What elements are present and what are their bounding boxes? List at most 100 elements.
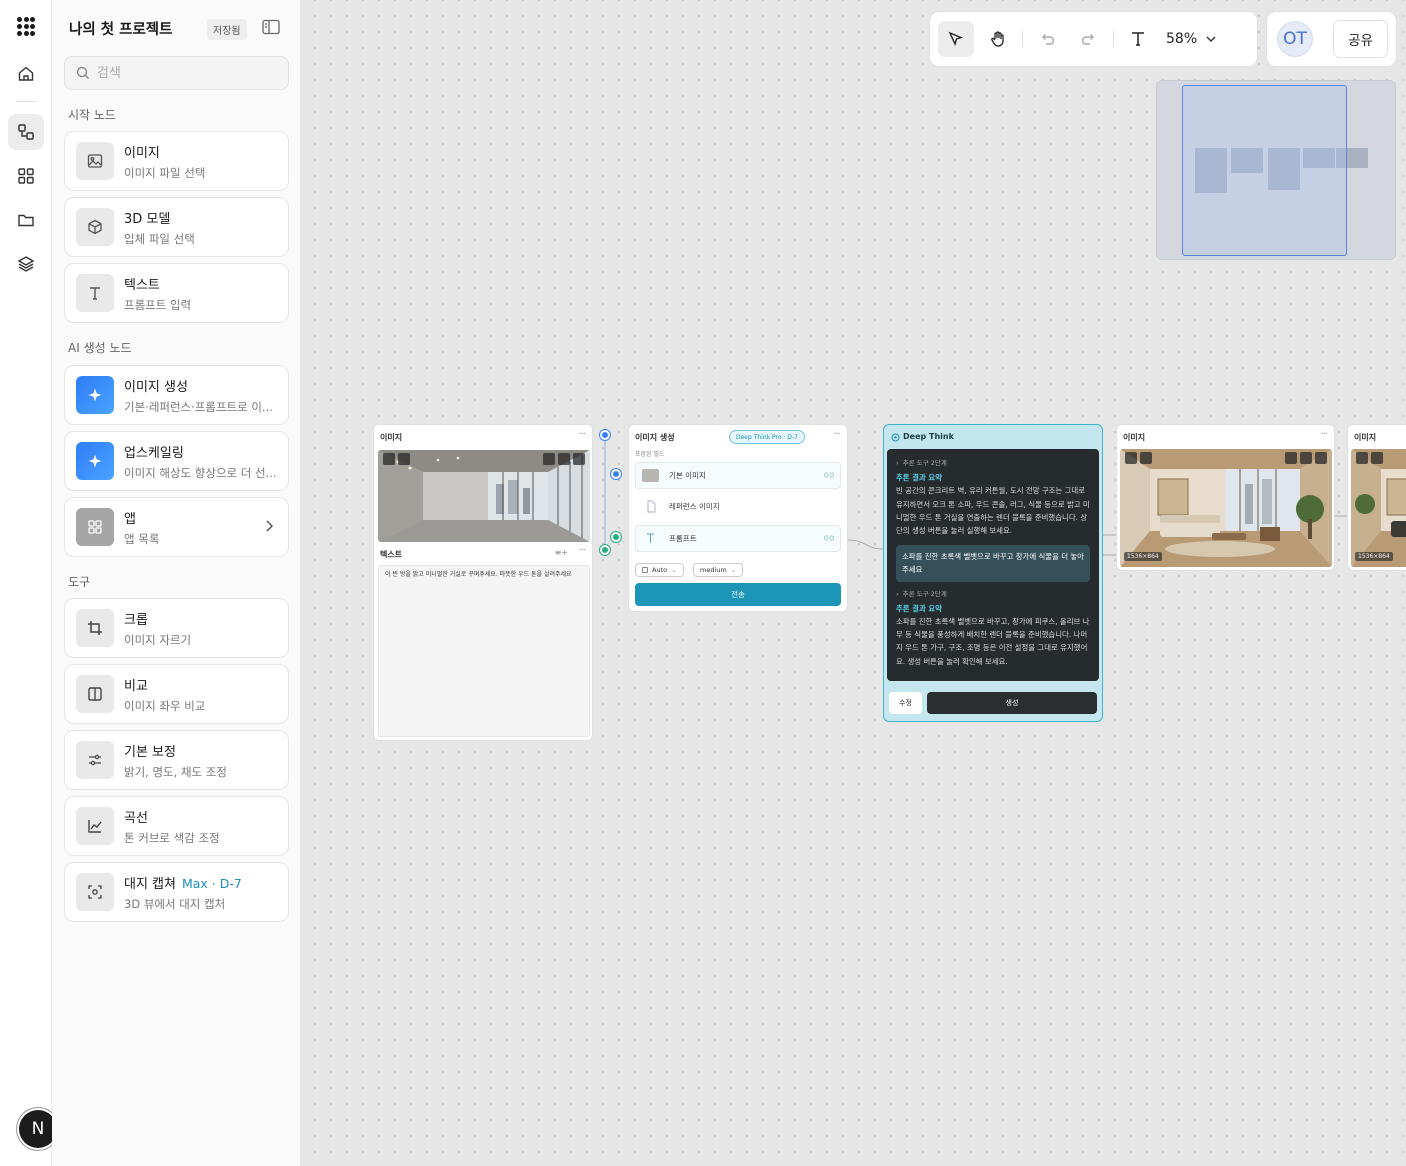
output-port[interactable] (600, 545, 610, 555)
input-port-base-image[interactable] (611, 469, 621, 479)
zoom-control[interactable]: 58% (1166, 31, 1217, 47)
tool-card-crop[interactable]: 크롭 이미지 자르기 (64, 598, 289, 658)
search-icon (76, 66, 89, 79)
node-image-living-room[interactable]: 1536×864 (1120, 449, 1332, 567)
node-card-3d-model[interactable]: 3D 모델 입체 파일 선택 (64, 197, 289, 257)
share-button[interactable]: 공유 (1333, 20, 1388, 58)
input-port-prompt[interactable] (611, 532, 621, 542)
quality-select[interactable]: medium ⌄ (693, 563, 744, 577)
text-tool-icon[interactable] (1120, 21, 1156, 57)
send-button[interactable]: 전송 (635, 583, 841, 606)
add-line-icon[interactable]: ≡+ (555, 548, 568, 557)
image-left-actions (1356, 452, 1383, 464)
layers-icon[interactable] (8, 246, 44, 282)
image-dimensions: 1536×864 (1124, 552, 1162, 561)
card-desc: 이미지 해상도 향상으로 더 선... (124, 465, 277, 480)
tool-card-curves[interactable]: 곡선 톤 커브로 색감 조정 (64, 796, 289, 856)
edit-icon[interactable] (543, 453, 555, 465)
app-logo-icon[interactable] (17, 17, 35, 37)
image-node[interactable]: 이미지 1536×864 (1347, 424, 1406, 571)
node-card-image-generation[interactable]: 이미지 생성기본·레퍼런스·프롬프트로 이... (64, 365, 289, 425)
user-message: 소파를 진한 초록색 벨벳으로 바꾸고 창가에 식물을 더 놓아주세요 (896, 545, 1090, 582)
edit-button[interactable]: 수정 (889, 692, 922, 714)
minimap[interactable] (1156, 80, 1396, 260)
search-input[interactable] (97, 65, 267, 81)
tool-card-compare[interactable]: 비교 이미지 좌우 비교 (64, 664, 289, 724)
reasoning-step-toggle[interactable]: › 추론 도구 2단계 (896, 457, 1090, 470)
image-right-actions (543, 453, 585, 465)
nodes-icon[interactable] (8, 114, 44, 150)
edit-icon[interactable] (1285, 452, 1297, 464)
field-base-image[interactable]: 기본 이미지 (635, 462, 841, 489)
icon-rail: N (0, 0, 57, 1166)
more-icon[interactable]: ··· (1320, 429, 1327, 440)
project-title[interactable]: 나의 첫 프로젝트 (69, 18, 172, 39)
delete-icon[interactable] (573, 453, 585, 465)
image-dimensions: 1536×864 (1355, 552, 1393, 561)
deep-think-node[interactable]: Deep Think › 추론 도구 2단계 추론 결과 요약 빈 공간의 콘크… (883, 424, 1103, 722)
folder-icon[interactable] (8, 202, 44, 238)
card-title: 곡선 (124, 810, 148, 826)
image-generation-node[interactable]: 이미지 생성 Deep Think Pro · D-7 ··· 포함된 필드 기… (628, 424, 848, 612)
expand-icon[interactable] (383, 453, 395, 465)
thumbnail (642, 469, 659, 482)
card-desc: 이미지 자르기 (124, 632, 192, 647)
expand-icon[interactable] (1125, 452, 1137, 464)
undo-icon[interactable] (1029, 21, 1065, 57)
prompt-text-area[interactable]: 이 빈 방을 밝고 미니멀한 거실로 꾸며주세요. 따뜻한 우드 톤을 살려주세… (378, 565, 590, 737)
field-prompt[interactable]: 프롬프트 (635, 525, 841, 552)
more-icon[interactable]: ··· (578, 429, 585, 440)
more-icon[interactable]: ··· (578, 545, 585, 556)
download-icon[interactable] (1300, 452, 1312, 464)
node-image-empty-room[interactable] (378, 450, 590, 542)
delete-icon[interactable] (1315, 452, 1327, 464)
pin-icon[interactable] (398, 453, 410, 465)
workflow-canvas[interactable]: 58% OT 공유 이미지 ··· 텍스트 ≡+ ··· 이 빈 방을 밝고 미… (301, 0, 1406, 1166)
more-icon[interactable]: ··· (833, 429, 840, 440)
node-card-text[interactable]: 텍스트 프롬프트 입력 (64, 263, 289, 323)
card-title: 이미지 생성 (124, 379, 188, 395)
minimap-viewport[interactable] (1182, 85, 1347, 256)
home-icon[interactable] (8, 56, 44, 92)
quality-value: medium (700, 566, 727, 574)
pin-icon[interactable] (1371, 452, 1383, 464)
select-tool-icon[interactable] (938, 21, 974, 57)
section-ai-nodes: AI 생성 노드 (68, 341, 132, 355)
model-badge[interactable]: Deep Think Pro · D-7 (729, 430, 805, 444)
node-card-image[interactable]: 이미지 이미지 파일 선택 (64, 131, 289, 191)
expand-icon[interactable] (1356, 452, 1368, 464)
reasoning-step-toggle[interactable]: › 추론 도구 2단계 (896, 588, 1090, 601)
node-card-upscaling[interactable]: 업스케일링이미지 해상도 향상으로 더 선... (64, 431, 289, 491)
image-node[interactable]: 이미지 ··· 1536×864 (1116, 424, 1335, 571)
download-icon[interactable] (558, 453, 570, 465)
tool-card-basic-adjust[interactable]: 기본 보정 밝기, 명도, 채도 조정 (64, 730, 289, 790)
chevron-down-icon (1206, 36, 1216, 43)
node-image-living-room[interactable]: 1536×864 (1351, 449, 1406, 567)
card-title-text: 대지 캡쳐 (124, 876, 176, 892)
crop-icon (76, 609, 114, 647)
aspect-select[interactable]: Auto ⌄ (635, 563, 684, 577)
collaborator-avatar[interactable]: OT (1277, 21, 1313, 57)
card-desc: 입체 파일 선택 (124, 231, 195, 246)
panel-toggle-icon[interactable] (262, 19, 280, 35)
card-title: 업스케일링 (124, 445, 184, 461)
apps-grid-icon[interactable] (8, 158, 44, 194)
grid-icon (76, 508, 114, 546)
generate-button[interactable]: 생성 (927, 692, 1097, 714)
node-title: 이미지 (1123, 433, 1146, 442)
hand-tool-icon[interactable] (980, 21, 1016, 57)
capture-icon (76, 873, 114, 911)
field-reference-image[interactable]: 레퍼런스 이미지 (635, 493, 841, 520)
search-box[interactable] (64, 56, 289, 90)
tool-card-artboard-capture[interactable]: 대지 캡쳐 Max · D-7 3D 뷰에서 대지 캡처 (64, 862, 289, 922)
node-card-apps[interactable]: 앱앱 목록 (64, 497, 289, 557)
redo-icon[interactable] (1071, 21, 1107, 57)
image-node[interactable]: 이미지 ··· 텍스트 ≡+ ··· 이 빈 방을 밝고 미니멀한 거실로 꾸며… (373, 424, 593, 741)
card-title: 텍스트 (124, 277, 160, 293)
node-title: 이미지 생성 (635, 433, 675, 442)
output-port[interactable] (600, 430, 610, 440)
card-desc: 기본·레퍼런스·프롬프트로 이... (124, 399, 273, 414)
pin-icon[interactable] (1140, 452, 1152, 464)
card-title: 기본 보정 (124, 744, 176, 760)
reasoning-step-label: 추론 도구 2단계 (902, 589, 947, 598)
